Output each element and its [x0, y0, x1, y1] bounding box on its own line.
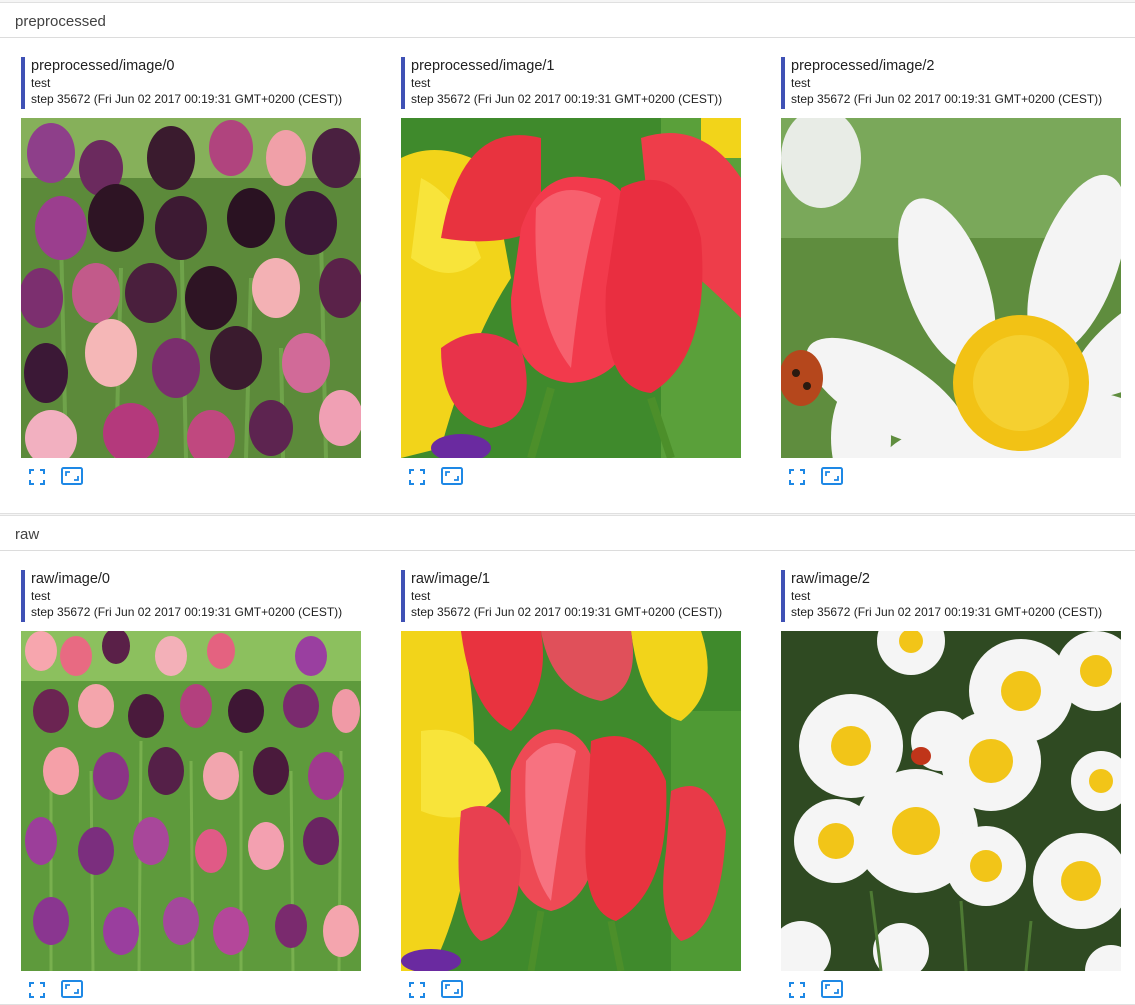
- image-daisy-closeup: [781, 118, 1121, 458]
- card-step: step 35672 (Fri Jun 02 2017 00:19:31 GMT…: [31, 92, 343, 106]
- card-run: test: [411, 76, 431, 90]
- section-title: preprocessed: [15, 13, 106, 30]
- card-run: test: [791, 76, 811, 90]
- fullscreen-icon[interactable]: [789, 980, 811, 1000]
- card-step: step 35672 (Fri Jun 02 2017 00:19:31 GMT…: [31, 605, 343, 619]
- card-header: raw/image/1 test step 35672 (Fri Jun 02 …: [401, 570, 741, 622]
- image-tulip-field: [21, 631, 361, 971]
- card-title: preprocessed/image/0: [31, 58, 175, 74]
- section-header-preprocessed[interactable]: preprocessed: [0, 2, 1135, 38]
- card-run: test: [31, 76, 51, 90]
- section-body-raw: raw/image/0 test step 35672 (Fri Jun 02 …: [0, 551, 1135, 1005]
- card-header: raw/image/2 test step 35672 (Fri Jun 02 …: [781, 570, 1121, 622]
- image-card: raw/image/0 test step 35672 (Fri Jun 02 …: [21, 570, 366, 1000]
- aspect-ratio-icon[interactable]: [61, 980, 83, 1000]
- card-header: preprocessed/image/0 test step 35672 (Fr…: [21, 57, 361, 109]
- fullscreen-icon[interactable]: [29, 980, 51, 1000]
- card-step: step 35672 (Fri Jun 02 2017 00:19:31 GMT…: [791, 92, 1103, 106]
- section-header-raw[interactable]: raw: [0, 515, 1135, 551]
- card-run: test: [791, 589, 811, 603]
- image-card: preprocessed/image/0 test step 35672 (Fr…: [21, 57, 366, 497]
- section-title: raw: [15, 526, 40, 543]
- card-title: raw/image/0: [31, 571, 110, 587]
- aspect-ratio-icon[interactable]: [441, 980, 463, 1000]
- card-header: preprocessed/image/1 test step 35672 (Fr…: [401, 57, 741, 109]
- aspect-ratio-icon[interactable]: [821, 467, 843, 487]
- image-card: preprocessed/image/2 test step 35672 (Fr…: [781, 57, 1126, 497]
- card-title: raw/image/2: [791, 571, 870, 587]
- aspect-ratio-icon[interactable]: [441, 467, 463, 487]
- fullscreen-icon[interactable]: [409, 467, 431, 487]
- image-tulips-red-wide: [401, 631, 741, 971]
- card-step: step 35672 (Fri Jun 02 2017 00:19:31 GMT…: [411, 92, 723, 106]
- fullscreen-icon[interactable]: [409, 980, 431, 1000]
- aspect-ratio-icon[interactable]: [821, 980, 843, 1000]
- image-card: raw/image/2 test step 35672 (Fri Jun 02 …: [781, 570, 1126, 1000]
- card-run: test: [411, 589, 431, 603]
- card-title: preprocessed/image/2: [791, 58, 935, 74]
- card-step: step 35672 (Fri Jun 02 2017 00:19:31 GMT…: [791, 605, 1103, 619]
- card-title: raw/image/1: [411, 571, 490, 587]
- image-tulips-purple: [21, 118, 361, 458]
- aspect-ratio-icon[interactable]: [61, 467, 83, 487]
- section-body-preprocessed: preprocessed/image/0 test step 35672 (Fr…: [0, 38, 1135, 514]
- card-header: raw/image/0 test step 35672 (Fri Jun 02 …: [21, 570, 361, 622]
- image-card: preprocessed/image/1 test step 35672 (Fr…: [401, 57, 746, 497]
- fullscreen-icon[interactable]: [29, 467, 51, 487]
- card-run: test: [31, 589, 51, 603]
- card-header: preprocessed/image/2 test step 35672 (Fr…: [781, 57, 1121, 109]
- image-card: raw/image/1 test step 35672 (Fri Jun 02 …: [401, 570, 746, 1000]
- fullscreen-icon[interactable]: [789, 467, 811, 487]
- card-step: step 35672 (Fri Jun 02 2017 00:19:31 GMT…: [411, 605, 723, 619]
- image-daisy-field: [781, 631, 1121, 971]
- image-tulips-red: [401, 118, 741, 458]
- card-title: preprocessed/image/1: [411, 58, 555, 74]
